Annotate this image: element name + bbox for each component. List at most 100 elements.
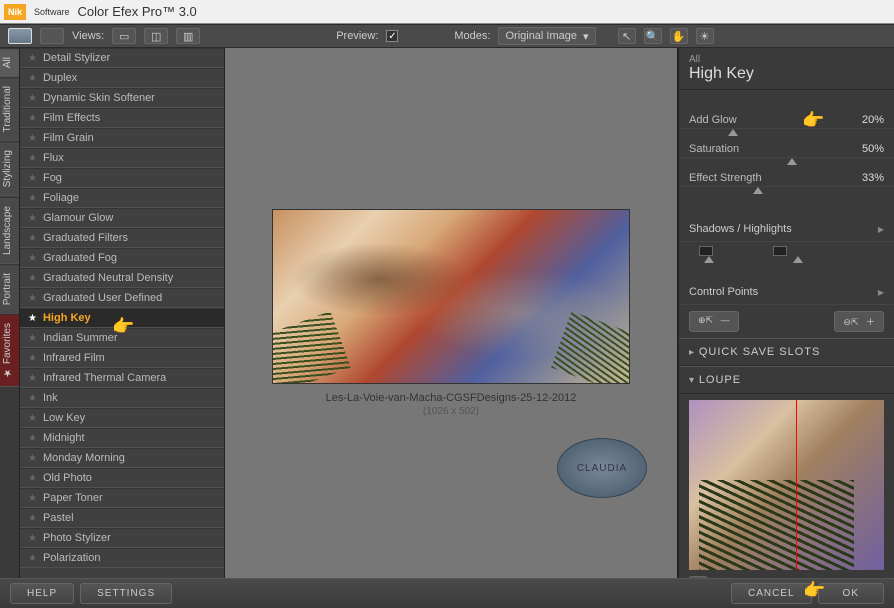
help-button[interactable]: HELP — [10, 583, 74, 604]
slider-handle[interactable] — [728, 129, 738, 136]
filter-item[interactable]: ★Flux — [20, 148, 224, 168]
param-label: Effect Strength — [689, 172, 762, 184]
star-icon: ★ — [28, 553, 37, 564]
star-icon: ★ — [28, 93, 37, 104]
filter-item[interactable]: ★Film Effects — [20, 108, 224, 128]
tab-all[interactable]: All — [0, 48, 19, 77]
add-negative-cp-button[interactable]: ⊖⇱ ＋ — [834, 311, 884, 332]
filter-label: Pastel — [43, 512, 74, 524]
titlebar: Nik Software Color Efex Pro™ 3.0 — [0, 0, 894, 24]
light-icon[interactable]: ☀ — [696, 28, 714, 44]
param-value: 50% — [862, 143, 884, 155]
filter-item[interactable]: ★ Foliage — [20, 188, 224, 208]
footer: HELP SETTINGS CANCEL OK 👉 — [0, 578, 894, 608]
view-split-icon[interactable] — [40, 28, 64, 44]
filter-item[interactable]: ★ Indian Summer — [20, 328, 224, 348]
expand-icon: ▶ — [878, 225, 884, 234]
slider-handle[interactable] — [704, 256, 714, 263]
star-icon: ★ — [28, 173, 37, 184]
filter-item[interactable]: ★Paper Toner — [20, 488, 224, 508]
param-label: Add Glow — [689, 114, 737, 126]
filter-item[interactable]: ★ Pastel — [20, 508, 224, 528]
layout1-icon[interactable]: ▭ — [112, 28, 136, 44]
filter-item[interactable]: ★Glamour Glow — [20, 208, 224, 228]
layout3-icon[interactable]: ▥ — [176, 28, 200, 44]
star-icon: ★ — [28, 453, 37, 464]
filter-label: Detail Stylizer — [43, 52, 110, 64]
filter-label: Indian Summer — [43, 332, 118, 344]
hand-icon[interactable]: ✋ — [670, 28, 688, 44]
star-icon: ★ — [28, 293, 37, 304]
cancel-button[interactable]: CANCEL — [731, 583, 812, 604]
filter-label: Fog — [43, 172, 62, 184]
highlight-color-swatch[interactable] — [773, 246, 787, 256]
expand-icon: ▶ — [878, 288, 884, 297]
param-label: Saturation — [689, 143, 739, 155]
tab-portrait[interactable]: Portrait — [0, 264, 19, 314]
watermark-stamp: CLAUDIA — [557, 438, 647, 498]
star-icon: ★ — [28, 513, 37, 524]
filter-label: Foliage — [43, 192, 79, 204]
pointer-icon[interactable]: ↖ — [618, 28, 636, 44]
watermark-text: CLAUDIA — [577, 463, 627, 474]
star-icon: ★ — [28, 133, 37, 144]
filter-item[interactable]: ★Ink — [20, 388, 224, 408]
filter-label: Flux — [43, 152, 64, 164]
filter-item[interactable]: ★High Key — [20, 308, 224, 328]
filter-item[interactable]: ★Film Grain — [20, 128, 224, 148]
filter-item[interactable]: ★Graduated User Defined — [20, 288, 224, 308]
filter-item[interactable]: ★ Monday Morning — [20, 448, 224, 468]
loupe-accordion[interactable]: ▾ LOUPE — [679, 366, 894, 394]
view-single-icon[interactable] — [8, 28, 32, 44]
filter-item[interactable]: ★ Fog — [20, 168, 224, 188]
star-icon: ★ — [28, 313, 37, 324]
slider-handle[interactable] — [753, 187, 763, 194]
param-value: 33% — [862, 172, 884, 184]
tab-traditional[interactable]: Traditional — [0, 77, 19, 141]
zoom-icon[interactable]: 🔍 — [644, 28, 662, 44]
filter-item[interactable]: ★Polarization — [20, 548, 224, 568]
star-icon: ★ — [28, 393, 37, 404]
filter-item[interactable]: ★Infrared Film — [20, 348, 224, 368]
ok-button[interactable]: OK — [818, 583, 884, 604]
filter-item[interactable]: ★Photo Stylizer — [20, 528, 224, 548]
shadows-highlights-section[interactable]: Shadows / Highlights▶ — [679, 217, 894, 242]
filter-item[interactable]: ★Detail Stylizer — [20, 48, 224, 68]
slider-handle[interactable] — [793, 256, 803, 263]
filter-item[interactable]: ★Low Key — [20, 408, 224, 428]
filter-item[interactable]: ★Graduated Fog — [20, 248, 224, 268]
filter-item[interactable]: ★Graduated Neutral Density — [20, 268, 224, 288]
star-icon: ★ — [28, 473, 37, 484]
filter-list[interactable]: ★Detail Stylizer★Duplex★Dynamic Skin Sof… — [20, 48, 225, 578]
add-positive-cp-button[interactable]: ⊕⇱ — — [689, 311, 739, 332]
settings-button[interactable]: SETTINGS — [80, 583, 172, 604]
filter-label: Paper Toner — [43, 492, 103, 504]
filter-label: Midnight — [43, 432, 85, 444]
layout2-icon[interactable]: ◫ — [144, 28, 168, 44]
filter-item[interactable]: ★Old Photo — [20, 468, 224, 488]
filter-item[interactable]: ★Dynamic Skin Softener — [20, 88, 224, 108]
filter-label: Low Key — [43, 412, 85, 424]
loupe-view[interactable] — [689, 400, 884, 570]
accordion-label: LOUPE — [699, 374, 741, 386]
slider-handle[interactable] — [787, 158, 797, 165]
filter-label: Monday Morning — [43, 452, 125, 464]
filter-item[interactable]: ★Duplex — [20, 68, 224, 88]
filter-item[interactable]: ★Graduated Filters — [20, 228, 224, 248]
tab-favorites[interactable]: ★ Favorites — [0, 314, 19, 387]
filter-label: Film Effects — [43, 112, 100, 124]
main: AllTraditionalStylizingLandscapePortrait… — [0, 48, 894, 578]
quick-save-accordion[interactable]: ▸ QUICK SAVE SLOTS — [679, 338, 894, 366]
star-icon: ★ — [28, 333, 37, 344]
filter-label: Duplex — [43, 72, 77, 84]
shadow-color-swatch[interactable] — [699, 246, 713, 256]
preview-checkbox[interactable]: ✓ — [386, 30, 398, 42]
control-points-section[interactable]: Control Points▶ — [679, 280, 894, 305]
tab-stylizing[interactable]: Stylizing — [0, 141, 19, 196]
star-icon: ★ — [28, 193, 37, 204]
filter-item[interactable]: ★Infrared Thermal Camera — [20, 368, 224, 388]
modes-dropdown[interactable]: Original Image▾ — [498, 27, 595, 45]
brand-logo: Nik — [4, 4, 26, 20]
filter-item[interactable]: ★Midnight — [20, 428, 224, 448]
tab-landscape[interactable]: Landscape — [0, 197, 19, 264]
